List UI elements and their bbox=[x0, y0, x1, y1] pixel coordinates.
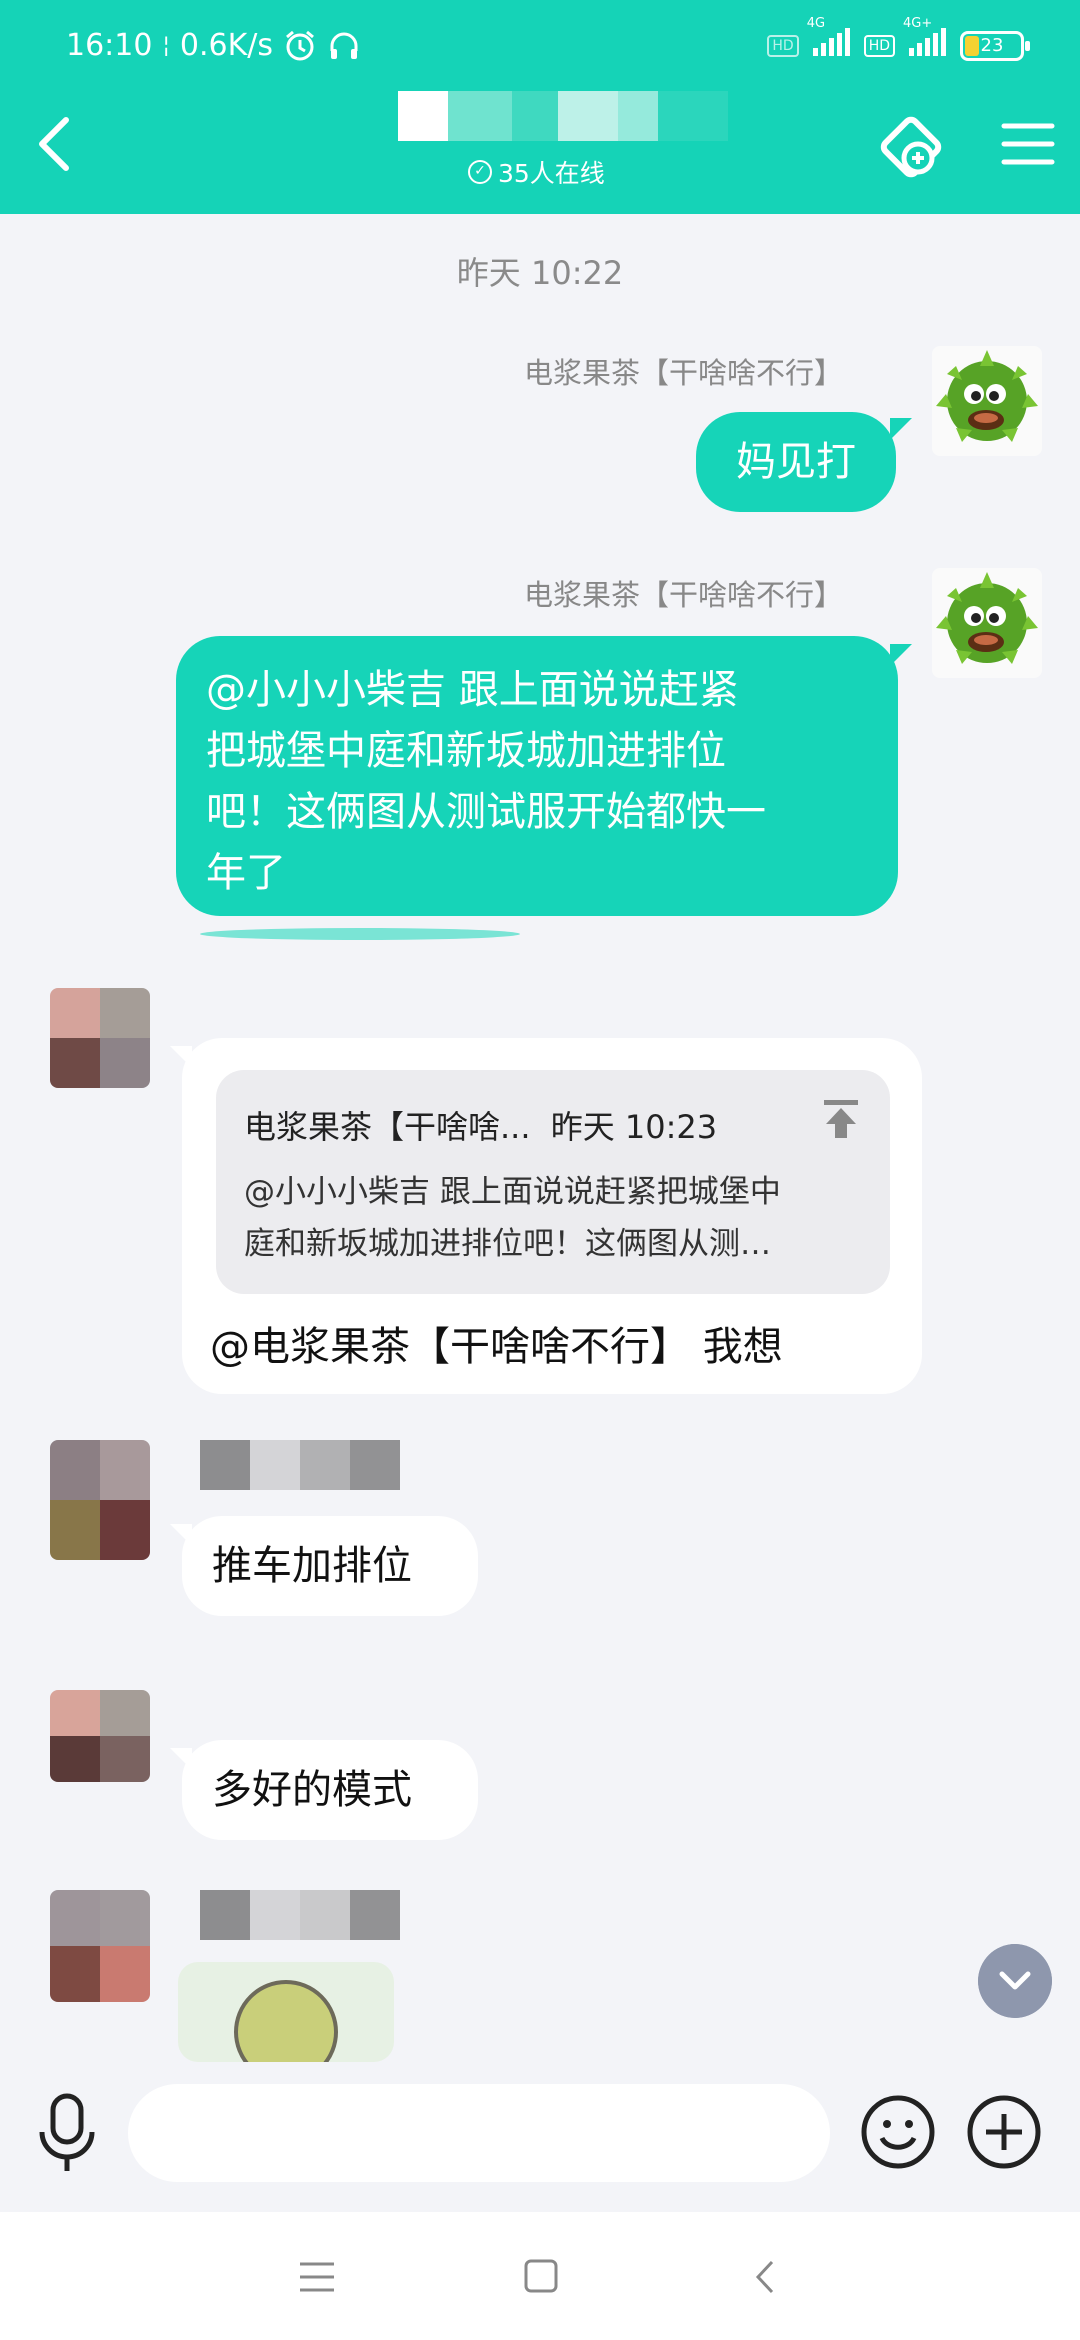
message-bubble-other[interactable]: 推车加排位 bbox=[182, 1516, 478, 1616]
bubble-shadow bbox=[200, 928, 520, 940]
back-arrow-icon[interactable] bbox=[30, 112, 80, 176]
quote-line: 庭和新坂城加进排位吧！这俩图从测… bbox=[244, 1226, 771, 1262]
quote-body: @小小小柴吉 跟上面说说赶紧把城堡中 庭和新坂城加进排位吧！这俩图从测… bbox=[244, 1166, 844, 1270]
mic-icon[interactable] bbox=[34, 2092, 100, 2176]
message-text: @电浆果茶【干啥啥不行】 我想 bbox=[210, 1324, 783, 1370]
avatar[interactable] bbox=[932, 346, 1042, 456]
status-right: HD 4G HD 4G+ 23 bbox=[767, 16, 1030, 64]
avatar[interactable] bbox=[932, 568, 1042, 678]
emoji-icon[interactable] bbox=[860, 2094, 936, 2170]
headset-icon bbox=[330, 32, 358, 59]
quote-line: @小小小柴吉 跟上面说说赶紧把城堡中 bbox=[244, 1174, 781, 1210]
message-text: 推车加排位 bbox=[212, 1543, 412, 1589]
bubble-tail bbox=[170, 1046, 192, 1068]
avatar[interactable] bbox=[50, 1440, 150, 1560]
alarm-icon bbox=[286, 30, 314, 60]
nav-menu-icon[interactable] bbox=[292, 2256, 342, 2298]
hd-badge-2: HD bbox=[863, 35, 895, 57]
durian-avatar-icon bbox=[936, 350, 1038, 442]
network-label-2: 4G+ bbox=[903, 16, 933, 31]
chat-header: 16:10 ¦ 0.6K/s HD 4G HD 4G+ 23 ✓ 35人在线 bbox=[0, 0, 1080, 214]
menu-icon[interactable] bbox=[1000, 116, 1056, 172]
message-text-line: 把城堡中庭和新坂城加进排位 bbox=[206, 728, 726, 774]
status-bar: 16:10 ¦ 0.6K/s HD 4G HD 4G+ 23 bbox=[0, 16, 1080, 74]
message-bubble-mine[interactable]: @小小小柴吉 跟上面说说赶紧 把城堡中庭和新坂城加进排位 吧！这俩图从测试服开始… bbox=[176, 636, 898, 916]
online-status: ✓ 35人在线 bbox=[468, 154, 605, 190]
sender-name: 电浆果茶【干啥啥不行】 bbox=[524, 578, 844, 612]
message-text-line: @小小小柴吉 跟上面说说赶紧 bbox=[206, 667, 739, 713]
group-title: ✓ 35人在线 bbox=[380, 86, 740, 190]
online-count: 35人在线 bbox=[498, 159, 605, 188]
quote-header: 电浆果茶【干啥啥... 昨天 10:23 bbox=[244, 1102, 717, 1148]
network-label-1: 4G bbox=[806, 16, 826, 31]
system-nav-bar bbox=[0, 2212, 1080, 2340]
message-timestamp: 昨天 10:22 bbox=[456, 254, 624, 292]
pin-top-icon[interactable] bbox=[818, 1096, 864, 1142]
sender-name: 电浆果茶【干啥啥不行】 bbox=[524, 356, 844, 390]
message-text-line: 年了 bbox=[206, 850, 286, 896]
avatar[interactable] bbox=[50, 988, 150, 1088]
bubble-tail bbox=[890, 644, 912, 666]
status-time: 16:10 bbox=[66, 28, 153, 63]
chevron-down-icon[interactable] bbox=[978, 1944, 1052, 2018]
nav-back-icon[interactable] bbox=[742, 2256, 792, 2298]
hd-badge-1: HD bbox=[767, 35, 799, 57]
status-left: 16:10 ¦ 0.6K/s bbox=[66, 28, 361, 63]
signal-2: 4G+ bbox=[903, 16, 946, 64]
bubble-tail bbox=[170, 1748, 192, 1770]
quote-time: 昨天 10:23 bbox=[550, 1108, 718, 1146]
bubble-tail bbox=[890, 418, 912, 440]
sender-name-redacted bbox=[200, 1890, 400, 1940]
game-link-icon[interactable] bbox=[876, 112, 946, 182]
message-text: 妈见打 bbox=[736, 439, 856, 485]
network-speed: 0.6K/s bbox=[179, 28, 274, 63]
sender-name-redacted bbox=[200, 1440, 400, 1490]
message-text: 多好的模式 bbox=[212, 1767, 412, 1813]
status-separator: ¦ bbox=[162, 33, 170, 58]
bubble-tail bbox=[170, 1524, 192, 1546]
quoted-message[interactable]: 电浆果茶【干啥啥... 昨天 10:23 @小小小柴吉 跟上面说说赶紧把城堡中 … bbox=[216, 1070, 890, 1294]
sticker-image[interactable] bbox=[178, 1962, 394, 2062]
durian-avatar-icon bbox=[936, 572, 1038, 664]
avatar[interactable] bbox=[50, 1690, 150, 1782]
check-icon: ✓ bbox=[468, 160, 492, 184]
group-name-redacted bbox=[398, 90, 728, 142]
battery-indicator: 23 bbox=[960, 31, 1030, 61]
signal-bars-icon bbox=[909, 28, 946, 56]
quote-sender: 电浆果茶【干啥啥... bbox=[244, 1108, 531, 1146]
input-bar bbox=[0, 2062, 1080, 2212]
battery-level: 23 bbox=[980, 35, 1004, 56]
plus-icon[interactable] bbox=[966, 2094, 1042, 2170]
signal-bars-icon bbox=[812, 28, 850, 56]
nav-home-icon[interactable] bbox=[516, 2256, 566, 2298]
message-text-line: 吧！这俩图从测试服开始都快一 bbox=[206, 789, 766, 835]
message-input[interactable] bbox=[128, 2084, 830, 2182]
avatar[interactable] bbox=[50, 1890, 150, 2002]
message-bubble-mine[interactable]: 妈见打 bbox=[696, 412, 896, 512]
signal-1: 4G bbox=[807, 16, 850, 64]
message-bubble-other[interactable]: 多好的模式 bbox=[182, 1740, 478, 1840]
